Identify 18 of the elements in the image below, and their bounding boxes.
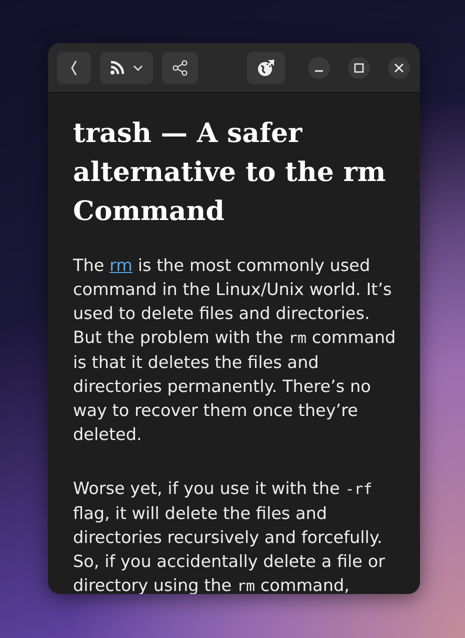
maximize-button[interactable]: [348, 56, 370, 78]
back-icon: [70, 60, 78, 76]
globe-icon: [257, 58, 275, 76]
back-button[interactable]: [57, 52, 91, 84]
rm-link[interactable]: rm: [110, 255, 132, 275]
share-icon: [172, 60, 188, 76]
open-in-browser-button[interactable]: [247, 52, 285, 84]
caret-icon: [133, 64, 143, 70]
article-paragraph: The rm is the most commonly used command in the Linux/Unix world. It’s used to delete files and directories. But the problem with the rm command is that it deletes the files and directories permanently. There’s no way to recover them once they’re deleted.: [73, 254, 397, 446]
close-icon: [393, 62, 405, 74]
article-title: trash — A safer alternative to the rm Command: [73, 117, 387, 229]
close-button[interactable]: [388, 56, 410, 78]
maximize-icon: [353, 62, 365, 74]
share-button[interactable]: [162, 52, 198, 84]
rss-icon: [110, 60, 124, 74]
minimize-icon: [315, 70, 323, 72]
minimize-button[interactable]: [308, 56, 330, 78]
feed-menu-button[interactable]: [100, 52, 153, 84]
